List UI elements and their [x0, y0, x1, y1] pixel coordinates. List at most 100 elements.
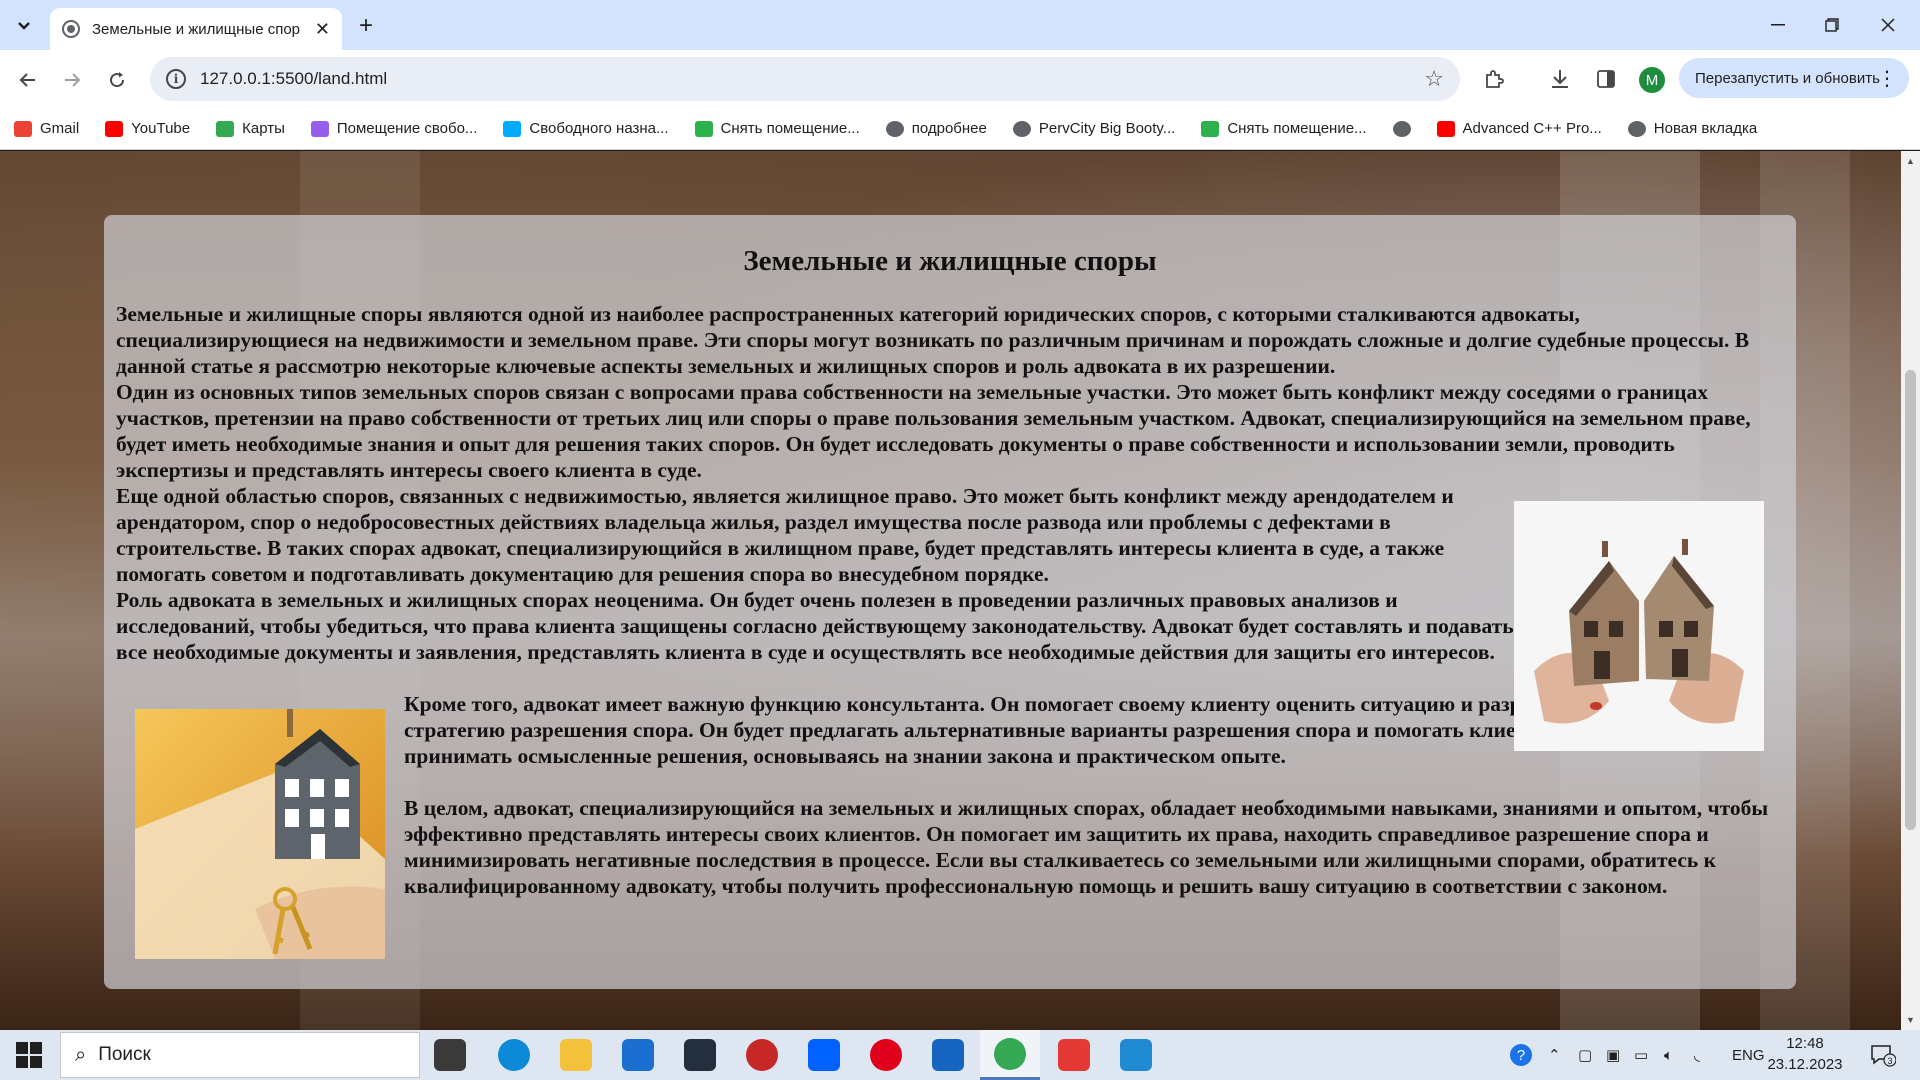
reload-button[interactable] [100, 63, 134, 97]
avito-icon [310, 120, 329, 137]
globe-icon [885, 120, 904, 137]
house-keys-image [135, 709, 385, 959]
taskbar-app-security-app[interactable] [732, 1030, 792, 1080]
windows-start-button[interactable] [16, 1042, 42, 1068]
tray-device-icon[interactable]: ▢ [1578, 1030, 1592, 1080]
youtube-icon [1436, 120, 1455, 137]
chevron-down-icon [18, 22, 30, 30]
help-icon[interactable]: ? [1508, 1030, 1534, 1080]
globe-icon [1627, 120, 1646, 137]
split-house-image [1514, 501, 1764, 751]
article-paragraph-4: Роль адвоката в земельных и жилищных спо… [116, 588, 1514, 664]
bookmark-item[interactable]: Новая вкладка [1627, 120, 1757, 137]
gmail-icon [14, 120, 32, 137]
notifications-button[interactable]: 3 [1870, 1030, 1896, 1080]
bookmark-item[interactable]: PervCity Big Booty... [1012, 120, 1175, 137]
taskbar-app-opera[interactable] [856, 1030, 916, 1080]
bookmark-item[interactable]: Помещение свобо... [310, 120, 478, 137]
volume-icon[interactable]: 🔈︎ [1664, 1030, 1673, 1080]
search-icon: ⌕ [75, 1043, 87, 1066]
battery-icon[interactable]: ▭ [1634, 1030, 1648, 1080]
bookmark-item[interactable]: Gmail [14, 120, 79, 137]
task-view-icon [434, 1039, 466, 1071]
bookmark-label: подробнее [911, 120, 987, 137]
close-tab-icon[interactable]: ✕ [315, 19, 330, 40]
svg-text:3: 3 [1887, 1056, 1892, 1066]
bookmark-item[interactable]: YouTube [105, 120, 190, 137]
house-keys-illustration [135, 709, 385, 959]
windows-logo-tile [16, 1056, 28, 1068]
taskbar-app-edge[interactable] [484, 1030, 544, 1080]
url-text[interactable]: 127.0.0.1:5500/land.html [200, 69, 1424, 89]
browser-tab-active[interactable]: Земельные и жилищные спор ✕ [50, 8, 342, 50]
taskbar-app-vscode[interactable] [1106, 1030, 1166, 1080]
taskbar-app-task-view[interactable] [420, 1030, 480, 1080]
taskbar-app-pdf-app[interactable] [1044, 1030, 1104, 1080]
reload-icon [110, 72, 125, 88]
bookmark-item[interactable]: Advanced C++ Pro... [1436, 120, 1602, 137]
downloads-button[interactable] [1544, 63, 1576, 95]
taskbar-app-file-explorer[interactable] [546, 1030, 606, 1080]
tray-meet-icon[interactable]: ▣ [1606, 1030, 1620, 1080]
file-explorer-icon [560, 1039, 592, 1071]
address-bar[interactable]: i 127.0.0.1:5500/land.html ☆ [150, 57, 1460, 101]
taskbar-clock[interactable]: 12:48 23.12.2023 [1755, 1033, 1855, 1075]
article-paragraph-1: Земельные и жилищные споры являются одно… [116, 302, 1750, 378]
globe-icon [1012, 120, 1031, 137]
shield-app-icon [932, 1039, 964, 1071]
bookmark-item[interactable]: Снять помещение... [1201, 120, 1367, 137]
new-tab-button[interactable]: + [352, 12, 380, 40]
bookmark-item[interactable]: Карты [216, 120, 285, 137]
article-paragraph-6: В целом, адвокат, специализирующийся на … [404, 796, 1769, 898]
bookmark-item[interactable]: Свободного назна... [503, 120, 669, 137]
arrow-left-icon [19, 73, 35, 87]
back-button[interactable] [10, 63, 44, 97]
bookmark-label: YouTube [131, 120, 191, 137]
globe-icon [62, 20, 80, 38]
side-panel-button[interactable] [1590, 63, 1622, 95]
article-paragraph-2: Один из основных типов земельных споров … [116, 380, 1751, 482]
scroll-up-icon[interactable]: ▲ [1903, 153, 1918, 168]
scrollbar-thumb[interactable] [1905, 370, 1916, 830]
cian-icon [694, 120, 713, 137]
relaunch-update-button[interactable]: Перезапустить и обновить ⋮ [1679, 58, 1909, 98]
tray-overflow-chevron-icon[interactable]: ⌃ [1548, 1030, 1561, 1080]
avito-icon [503, 120, 522, 137]
windows-logo-tile [16, 1042, 28, 1054]
taskbar-app-amazon[interactable] [670, 1030, 730, 1080]
bookmark-item[interactable]: подробнее [885, 120, 987, 137]
close-icon [1881, 18, 1895, 32]
bookmark-star-icon[interactable]: ☆ [1424, 66, 1444, 92]
bookmark-item[interactable]: Снять помещение... [694, 120, 860, 137]
edge-icon [498, 1039, 530, 1071]
restore-icon [1825, 18, 1839, 32]
taskbar-app-shield-app[interactable] [918, 1030, 978, 1080]
amazon-icon [684, 1039, 716, 1071]
tab-title: Земельные и жилищные спор [92, 20, 301, 38]
more-vert-icon[interactable]: ⋮ [1877, 66, 1897, 91]
bookmark-item[interactable] [1392, 120, 1411, 137]
minimize-icon [1771, 24, 1785, 26]
vscode-icon [1120, 1039, 1152, 1071]
forward-button[interactable] [56, 63, 90, 97]
close-window-button[interactable] [1856, 0, 1920, 50]
article-title: Земельные и жилищные споры [743, 245, 1157, 277]
pdf-app-icon [1058, 1039, 1090, 1071]
chrome-icon [994, 1037, 1026, 1070]
bookmark-label: Помещение свобо... [336, 120, 478, 137]
taskbar-app-mail[interactable] [608, 1030, 668, 1080]
scroll-down-icon[interactable]: ▼ [1903, 1012, 1918, 1027]
site-info-icon[interactable]: i [166, 69, 186, 89]
profile-avatar[interactable]: M [1639, 67, 1665, 93]
tab-search-button[interactable] [8, 10, 40, 42]
extensions-button[interactable] [1478, 63, 1510, 95]
taskbar-app-chrome[interactable] [980, 1030, 1040, 1080]
taskbar-search-box[interactable]: ⌕ Поиск [60, 1032, 420, 1078]
split-house-illustration [1514, 501, 1764, 751]
taskbar-app-dropbox[interactable] [794, 1030, 854, 1080]
windows-logo-tile [30, 1042, 42, 1054]
clock-time: 12:48 [1786, 1035, 1824, 1052]
restore-button[interactable] [1800, 0, 1864, 50]
mail-icon [622, 1039, 654, 1071]
network-icon[interactable]: ◟ [1694, 1030, 1700, 1080]
